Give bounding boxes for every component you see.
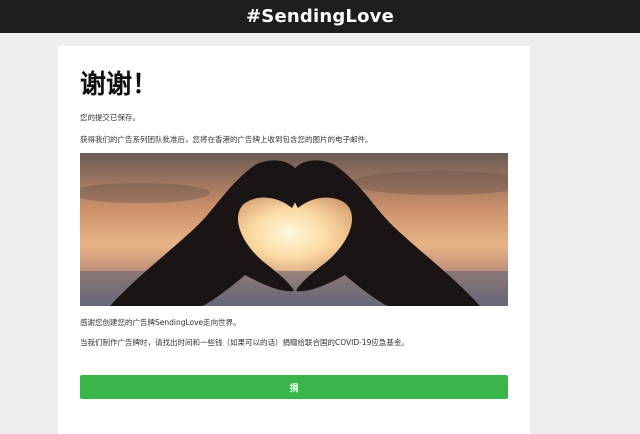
heart-hands-image — [80, 153, 508, 306]
top-bar: #SendingLove — [0, 0, 640, 33]
donate-prompt: 当我们制作广告牌时，请找出时间和一些钱（如果可以的话）捐赠给联合国的COVID-… — [80, 338, 409, 347]
approval-message: 获得我们的广告系列团队批准后，您将在香港的广告牌上收到包含您的图片的电子邮件。 — [80, 135, 373, 144]
saved-message: 您的提交已保存。 — [80, 113, 140, 122]
page-title: 谢谢！ — [80, 70, 159, 100]
donate-button[interactable]: 捐 — [80, 375, 508, 399]
confirmation-card: 谢谢！ 您的提交已保存。 获得我们的广告系列团队批准后，您将在香港的广告牌上收到… — [58, 46, 530, 434]
brand-logo[interactable]: #SendingLove — [246, 6, 394, 27]
heart-hands-illustration — [80, 153, 508, 306]
thanks-message: 感谢您创建您的广告牌SendingLove走向世界。 — [80, 318, 241, 327]
